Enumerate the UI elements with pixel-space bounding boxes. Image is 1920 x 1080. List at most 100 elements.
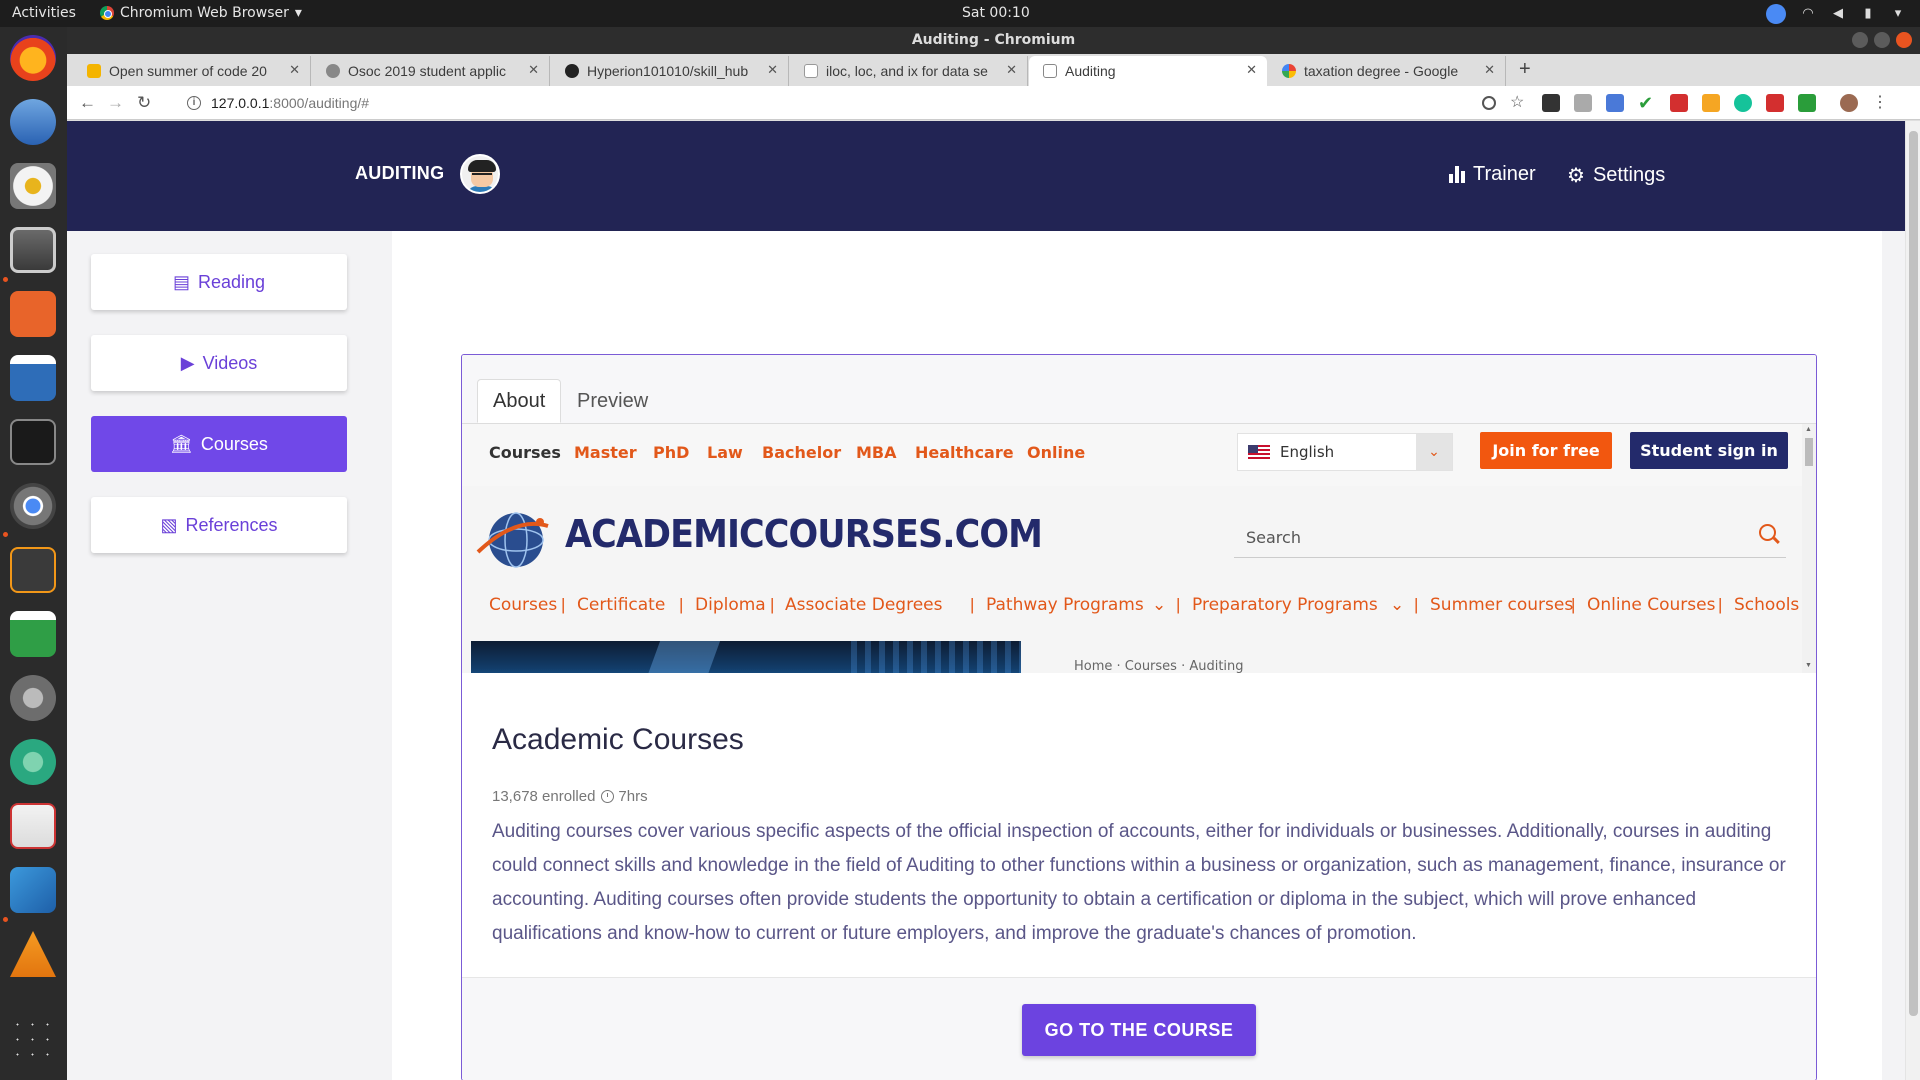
back-arrow-icon[interactable]: ← [79, 93, 96, 113]
extension-icon[interactable] [1702, 94, 1720, 112]
volume-icon[interactable]: ◀ [1830, 6, 1846, 22]
maximize-button[interactable] [1874, 32, 1890, 48]
close-window-button[interactable] [1896, 32, 1912, 48]
address-bar[interactable]: i 127.0.0.1:8000/auditing/# [179, 90, 1479, 116]
embedded-site-frame[interactable]: Courses Master PhD Law Bachelor MBA Heal… [462, 423, 1816, 673]
firefox-icon[interactable] [10, 35, 56, 81]
embedded-sub-link[interactable]: Certificate [577, 595, 665, 615]
writer-icon[interactable] [10, 355, 56, 401]
tab-about[interactable]: About [477, 379, 562, 423]
embedded-sub-link[interactable]: Associate Degrees [785, 595, 943, 615]
calc-icon[interactable] [10, 611, 56, 657]
vscode-icon[interactable] [10, 867, 56, 913]
sublime-icon[interactable] [10, 547, 56, 593]
atom-icon[interactable] [10, 739, 56, 785]
battery-icon[interactable]: ▮ [1860, 6, 1876, 22]
embedded-link-online[interactable]: Online [1027, 443, 1085, 462]
trainer-link[interactable]: Trainer [1449, 163, 1536, 186]
tab-close-icon[interactable]: ✕ [1484, 62, 1495, 78]
files-icon[interactable] [10, 227, 56, 273]
embedded-link-courses[interactable]: Courses [489, 443, 561, 462]
chevron-down-icon[interactable]: ⌄ [1152, 595, 1166, 615]
join-for-free-button[interactable]: Join for free [1480, 432, 1612, 469]
embedded-logo[interactable]: ACADEMICCOURSES.COM [565, 512, 1043, 556]
browser-tab[interactable]: Hyperion101010/skill_hub ✕ [551, 56, 789, 86]
extension-badge-icon[interactable] [1670, 94, 1688, 112]
tab-close-icon[interactable]: ✕ [1006, 62, 1017, 78]
embedded-sub-link[interactable]: Diploma [695, 595, 766, 615]
brand-title[interactable]: AUDITING [355, 163, 444, 184]
minimize-button[interactable] [1852, 32, 1868, 48]
app-grid-icon[interactable] [10, 1017, 56, 1063]
avatar[interactable] [460, 154, 500, 194]
site-info-icon[interactable]: i [187, 96, 201, 110]
chevron-down-icon[interactable]: ▾ [1890, 6, 1906, 22]
browser-tab[interactable]: iloc, loc, and ix for data se ✕ [790, 56, 1028, 86]
checkmark-icon[interactable]: ✔ [1638, 94, 1656, 112]
zoom-icon[interactable] [1482, 96, 1496, 110]
tab-close-icon[interactable]: ✕ [289, 62, 300, 78]
chromium-dock-icon[interactable] [10, 483, 56, 529]
browser-tab-active[interactable]: Auditing ✕ [1029, 56, 1267, 86]
terminal-icon[interactable] [10, 419, 56, 465]
wifi-icon[interactable]: ◠ [1800, 6, 1816, 22]
forward-arrow-icon[interactable]: → [107, 93, 124, 113]
activities-button[interactable]: Activities [12, 5, 76, 21]
embedded-link-healthcare[interactable]: Healthcare [915, 443, 1014, 462]
extension-icon[interactable] [1798, 94, 1816, 112]
settings-tool-icon[interactable] [10, 675, 56, 721]
system-tray[interactable]: ◠ ◀ ▮ ▾ [1766, 4, 1906, 24]
translate-icon[interactable] [1606, 94, 1624, 112]
pdf-reader-icon[interactable] [10, 803, 56, 849]
bookmark-star-icon[interactable]: ☆ [1510, 94, 1528, 112]
embedded-sub-link[interactable]: Courses [489, 595, 557, 615]
chevron-down-icon[interactable]: ⌄ [1416, 434, 1452, 470]
reload-icon[interactable]: ↻ [137, 93, 151, 113]
embedded-sub-link[interactable]: Preparatory Programs [1192, 595, 1378, 615]
student-sign-in-button[interactable]: Student sign in [1630, 432, 1788, 469]
embedded-link-law[interactable]: Law [707, 443, 743, 462]
profile-avatar-icon[interactable] [1840, 94, 1858, 112]
vlc-icon[interactable] [10, 931, 56, 977]
browser-tab[interactable]: Open summer of code 20 ✕ [73, 56, 311, 86]
embedded-link-bachelor[interactable]: Bachelor [762, 443, 841, 462]
tab-preview[interactable]: Preview [562, 379, 663, 423]
embedded-sub-link[interactable]: Online Courses [1587, 595, 1715, 615]
chrome-tray-icon[interactable] [1766, 4, 1786, 24]
embedded-scrollbar[interactable]: ▲ ▼ [1802, 424, 1816, 673]
extension-icon[interactable] [1574, 94, 1592, 112]
chevron-down-icon[interactable]: ⌄ [1390, 595, 1404, 615]
page-scrollbar[interactable] [1905, 121, 1920, 1080]
embedded-search-input[interactable]: Search [1234, 516, 1786, 558]
new-tab-button[interactable]: + [1519, 58, 1531, 81]
embedded-link-master[interactable]: Master [574, 443, 637, 462]
settings-link[interactable]: ⚙ Settings [1567, 163, 1665, 188]
browser-tab[interactable]: Osoc 2019 student applic ✕ [312, 56, 550, 86]
embedded-sub-link[interactable]: Summer courses [1430, 595, 1573, 615]
thunderbird-icon[interactable] [10, 99, 56, 145]
tab-close-icon[interactable]: ✕ [1246, 62, 1257, 78]
go-to-course-button[interactable]: GO TO THE COURSE [1022, 1004, 1256, 1056]
rhythmbox-icon[interactable] [10, 163, 56, 209]
sidebar-item-reading[interactable]: ▤ Reading [91, 254, 347, 310]
globe-logo-icon[interactable] [476, 506, 550, 570]
app-menu[interactable]: Chromium Web Browser ▾ [100, 5, 302, 21]
embedded-link-phd[interactable]: PhD [653, 443, 689, 462]
grammarly-icon[interactable] [1734, 94, 1752, 112]
tab-close-icon[interactable]: ✕ [767, 62, 778, 78]
tab-close-icon[interactable]: ✕ [528, 62, 539, 78]
embedded-link-mba[interactable]: MBA [856, 443, 897, 462]
sidebar-item-courses[interactable]: 🏛 Courses [91, 416, 347, 472]
software-center-icon[interactable] [10, 291, 56, 337]
extension-icon[interactable] [1542, 94, 1560, 112]
embedded-breadcrumb[interactable]: Home · Courses · Auditing [1074, 659, 1244, 673]
browser-tab[interactable]: taxation degree - Google ✕ [1268, 56, 1506, 86]
shield-icon[interactable] [1766, 94, 1784, 112]
language-select[interactable]: English ⌄ [1237, 433, 1453, 471]
embedded-sub-link[interactable]: Pathway Programs [986, 595, 1144, 615]
sidebar-item-videos[interactable]: ▶ Videos [91, 335, 347, 391]
system-clock[interactable]: Sat 00:10 [962, 5, 1030, 21]
kebab-menu-icon[interactable]: ⋮ [1872, 94, 1890, 112]
sidebar-item-references[interactable]: ▧ References [91, 497, 347, 553]
search-icon[interactable] [1759, 524, 1776, 541]
